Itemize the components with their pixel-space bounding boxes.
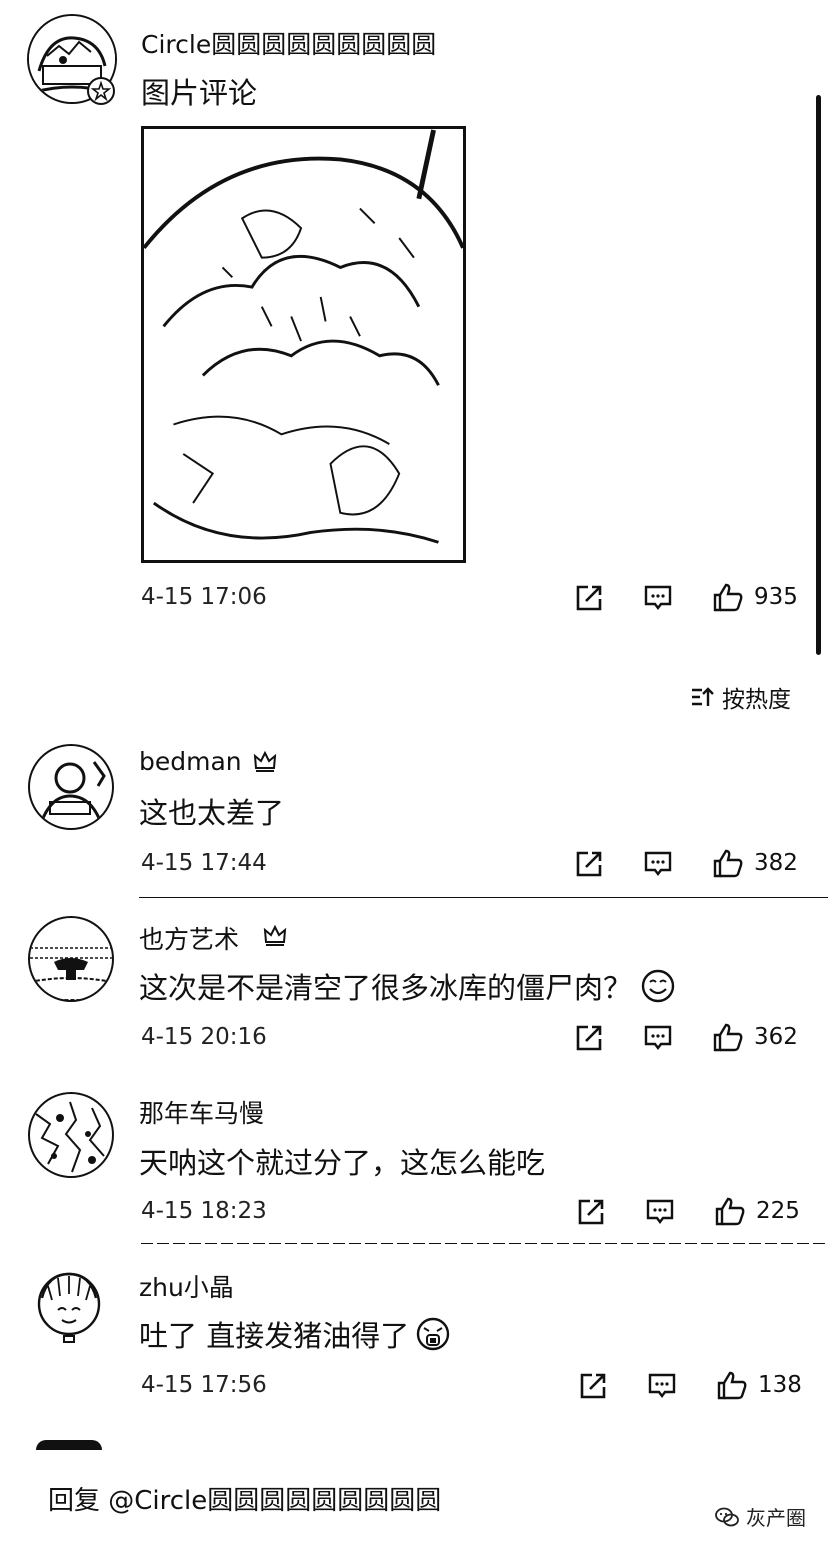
sort-icon bbox=[690, 686, 716, 708]
comment-icon[interactable] bbox=[643, 849, 673, 879]
smile-emoji-icon bbox=[640, 968, 676, 1004]
comment-avatar[interactable] bbox=[28, 744, 114, 830]
share-icon[interactable] bbox=[574, 583, 604, 613]
reply-input[interactable]: 回复 @Circle圆圆圆圆圆圆圆圆圆 bbox=[48, 1480, 441, 1517]
comment-text: 吐了 直接发猪油得了 bbox=[139, 1313, 451, 1355]
post-like-count: 935 bbox=[754, 584, 798, 610]
comment-time: 4-15 20:16 bbox=[141, 1024, 267, 1050]
comment-text: 天呐这个就过分了，这怎么能吃 bbox=[139, 1146, 546, 1180]
comment-text-content: 吐了 直接发猪油得了 bbox=[139, 1319, 410, 1353]
comment-icon[interactable] bbox=[643, 583, 673, 613]
comment-like-count: 138 bbox=[758, 1372, 802, 1398]
scrollbar[interactable] bbox=[816, 95, 821, 655]
comment-divider bbox=[139, 897, 828, 898]
crown-badge-icon bbox=[252, 748, 278, 774]
verified-badge-icon bbox=[87, 77, 115, 105]
comment-icon[interactable] bbox=[647, 1371, 677, 1401]
share-icon[interactable] bbox=[574, 1023, 604, 1053]
wechat-icon bbox=[714, 1506, 740, 1528]
comment-time: 4-15 18:23 bbox=[141, 1198, 267, 1224]
comment-text: 这次是不是清空了很多冰库的僵尸肉？ bbox=[139, 965, 676, 1007]
share-icon[interactable] bbox=[574, 849, 604, 879]
share-icon[interactable] bbox=[576, 1197, 606, 1227]
comment-text: 这也太差了 bbox=[139, 796, 285, 830]
share-icon[interactable] bbox=[578, 1371, 608, 1401]
comment-text-content: 这次是不是清空了很多冰库的僵尸肉？ bbox=[139, 971, 633, 1005]
comment-time: 4-15 17:44 bbox=[141, 850, 267, 876]
watermark: 灰产圈 bbox=[714, 1502, 806, 1531]
like-icon[interactable] bbox=[712, 847, 744, 879]
comment-divider bbox=[141, 1243, 828, 1244]
comment-author-name[interactable]: 也方艺术 bbox=[139, 920, 239, 956]
like-icon[interactable] bbox=[716, 1369, 748, 1401]
comment-like-count: 225 bbox=[756, 1198, 800, 1224]
post-text: 图片评论 bbox=[141, 76, 258, 110]
vomit-emoji-icon bbox=[415, 1316, 451, 1352]
comment-author-name[interactable]: 那年车马慢 bbox=[139, 1094, 264, 1130]
crown-badge-icon bbox=[262, 922, 288, 948]
watermark-text: 灰产圈 bbox=[746, 1506, 806, 1530]
comment-avatar[interactable] bbox=[28, 916, 114, 1002]
post-author-name[interactable]: Circle圆圆圆圆圆圆圆圆圆 bbox=[141, 25, 436, 61]
like-icon[interactable] bbox=[712, 1021, 744, 1053]
comment-like-count: 382 bbox=[754, 850, 798, 876]
like-icon[interactable] bbox=[712, 581, 744, 613]
comment-avatar[interactable] bbox=[28, 1092, 114, 1178]
like-icon[interactable] bbox=[714, 1195, 746, 1227]
comment-like-count: 362 bbox=[754, 1024, 798, 1050]
comment-avatar[interactable] bbox=[28, 1264, 110, 1346]
sort-label: 按热度 bbox=[722, 687, 791, 713]
post-time: 4-15 17:06 bbox=[141, 584, 267, 610]
comment-icon[interactable] bbox=[643, 1023, 673, 1053]
sort-button[interactable]: 按热度 bbox=[690, 680, 791, 714]
next-comment-avatar-partial bbox=[36, 1440, 102, 1450]
comment-author-name[interactable]: bedman bbox=[139, 747, 242, 776]
comment-icon[interactable] bbox=[645, 1197, 675, 1227]
comment-time: 4-15 17:56 bbox=[141, 1372, 267, 1398]
post-image[interactable] bbox=[141, 126, 466, 563]
comment-author-name[interactable]: zhu小晶 bbox=[139, 1268, 234, 1304]
